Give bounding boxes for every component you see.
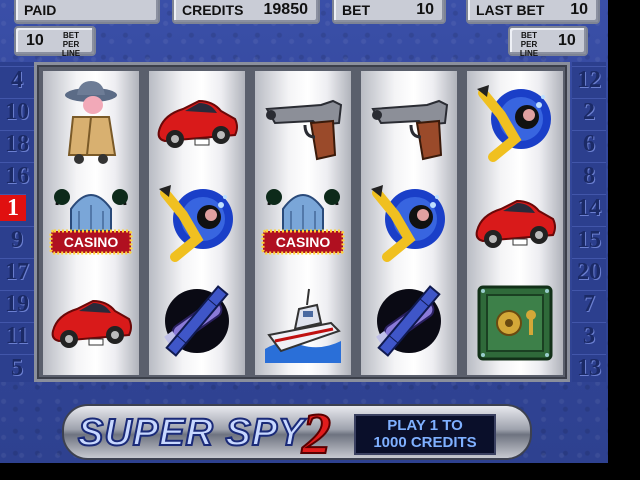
- reel-1: CASINO: [43, 71, 139, 375]
- pistol-icon: [367, 75, 451, 167]
- bet-per-line-left[interactable]: 10 BET PER LINE: [14, 26, 96, 58]
- reel-window: CASINO CASINO: [34, 62, 570, 382]
- payline-left-19: 19: [0, 290, 34, 317]
- casino-icon: CASINO: [261, 175, 345, 267]
- credits-label: CREDITS: [182, 2, 244, 18]
- svg-text:CASINO: CASINO: [64, 234, 119, 250]
- payline-right-8: 8: [572, 162, 606, 189]
- payline-right-20: 20: [572, 258, 606, 285]
- game-logo-bar: SUPER SPY 2 PLAY 1 TO 1000 CREDITS: [62, 400, 532, 463]
- payline-left-16: 16: [0, 162, 34, 189]
- payline-left-5: 5: [0, 354, 34, 381]
- promo-line-1: PLAY 1 TO: [387, 417, 463, 434]
- last-bet-value: 10: [570, 1, 588, 18]
- payline-right-6: 6: [572, 130, 606, 157]
- reel-5: [467, 71, 563, 375]
- satellite-icon: [367, 275, 451, 367]
- bet-per-line-right-value: 10: [558, 32, 576, 49]
- payline-right-15: 15: [572, 226, 606, 253]
- bet-per-line-left-value: 10: [26, 32, 44, 49]
- payline-left-4: 4: [0, 66, 34, 93]
- slot-machine-screen: PAID CREDITS 19850 BET 10 LAST BET 10 10…: [0, 0, 608, 463]
- payline-left-10: 10: [0, 98, 34, 125]
- last-bet-label: LAST BET: [476, 2, 545, 18]
- diver-icon: [473, 75, 557, 167]
- red-car-icon: [155, 75, 239, 167]
- paid-label: PAID: [24, 2, 57, 18]
- svg-text:CASINO: CASINO: [276, 234, 331, 250]
- paid-display: PAID: [14, 0, 160, 24]
- last-bet-display: LAST BET 10: [466, 0, 600, 24]
- speedboat-icon: [261, 275, 345, 367]
- payline-right-7: 7: [572, 290, 606, 317]
- payline-right-12: 12: [572, 66, 606, 93]
- red-car-icon: [49, 275, 133, 367]
- payline-left-1: 1: [0, 194, 26, 221]
- credits-value: 19850: [263, 1, 309, 18]
- red-car-icon: [473, 175, 557, 267]
- payline-right-3: 3: [572, 322, 606, 349]
- bet-per-line-right-caption: BET PER LINE: [519, 31, 539, 58]
- payline-right-13: 13: [572, 354, 606, 381]
- payline-left-11: 11: [0, 322, 34, 349]
- bet-per-line-right[interactable]: BET PER LINE 10: [508, 26, 588, 58]
- reel-2: [149, 71, 245, 375]
- spy-detective-icon: [49, 75, 133, 167]
- pistol-icon: [261, 75, 345, 167]
- promo-panel: PLAY 1 TO 1000 CREDITS: [354, 414, 496, 455]
- payline-left-17: 17: [0, 258, 34, 285]
- diver-icon: [155, 175, 239, 267]
- payline-right-2: 2: [572, 98, 606, 125]
- bet-per-line-left-caption: BET PER LINE: [61, 31, 81, 58]
- diver-icon: [367, 175, 451, 267]
- payline-gutter-right: 12 2 6 8 14 15 20 7 3 13: [572, 62, 606, 382]
- casino-icon: CASINO: [49, 175, 133, 267]
- payline-right-14: 14: [572, 194, 606, 221]
- satellite-icon: [155, 275, 239, 367]
- payline-left-18: 18: [0, 130, 34, 157]
- reel-4: [361, 71, 457, 375]
- bet-label: BET: [342, 2, 370, 18]
- payline-gutter-left: 4 10 18 16 1 9 17 19 11 5: [0, 62, 34, 382]
- reel-3: CASINO: [255, 71, 351, 375]
- safe-icon: [473, 275, 557, 367]
- logo-number: 2: [301, 400, 332, 463]
- bet-display: BET 10: [332, 0, 446, 24]
- logo-title: SUPER SPY: [77, 411, 305, 455]
- credits-display: CREDITS 19850: [172, 0, 320, 24]
- promo-line-2: 1000 CREDITS: [373, 434, 477, 451]
- payline-left-9: 9: [0, 226, 34, 253]
- bet-value: 10: [416, 1, 434, 18]
